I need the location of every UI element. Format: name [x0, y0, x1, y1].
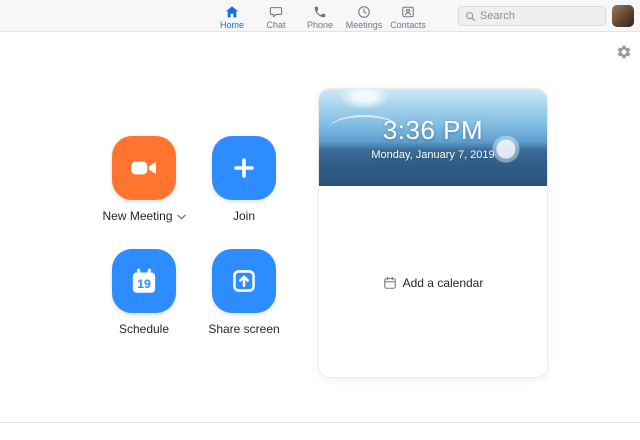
tab-contacts-label: Contacts: [390, 20, 426, 30]
settings-gear-icon[interactable]: [616, 44, 632, 60]
action-join: Join: [194, 136, 294, 223]
action-new-meeting: New Meeting: [94, 136, 194, 223]
join-button[interactable]: [212, 136, 276, 200]
add-calendar-button[interactable]: Add a calendar: [383, 276, 484, 290]
clock-icon: [357, 5, 371, 19]
tab-home[interactable]: Home: [210, 3, 254, 30]
phone-icon: [313, 5, 327, 19]
bottom-divider: [0, 422, 640, 431]
contacts-icon: [401, 5, 415, 19]
time-text: 3:36 PM: [383, 115, 483, 146]
calendar-card-photo: 3:36 PM Monday, January 7, 2019: [319, 89, 547, 186]
tab-meetings-label: Meetings: [346, 20, 383, 30]
plus-icon: [227, 151, 261, 185]
search-input[interactable]: [480, 10, 599, 22]
tab-chat[interactable]: Chat: [254, 3, 298, 30]
calendar-card-body: Add a calendar: [319, 186, 547, 378]
calendar-day-number: 19: [137, 277, 151, 291]
share-screen-icon: [227, 264, 261, 298]
schedule-label: Schedule: [119, 322, 169, 336]
search-icon: [465, 11, 476, 22]
new-meeting-label-row: New Meeting: [102, 209, 185, 223]
tab-contacts[interactable]: Contacts: [386, 3, 430, 30]
tab-phone-label: Phone: [307, 20, 333, 30]
tab-phone[interactable]: Phone: [298, 3, 342, 30]
action-schedule: 19 Schedule: [94, 249, 194, 336]
nav-tabs: Home Chat Phone: [210, 0, 430, 32]
calendar-card: 3:36 PM Monday, January 7, 2019 Add a ca…: [318, 88, 548, 378]
video-camera-icon: [127, 151, 161, 185]
chevron-down-icon[interactable]: [177, 214, 186, 220]
share-screen-label: Share screen: [208, 322, 279, 336]
calendar-small-icon: [383, 276, 397, 290]
calendar-icon: 19: [127, 264, 161, 298]
share-screen-button[interactable]: [212, 249, 276, 313]
home-content: New Meeting Join: [0, 32, 640, 431]
tab-home-label: Home: [220, 20, 244, 30]
tab-chat-label: Chat: [266, 20, 285, 30]
chat-icon: [269, 5, 283, 19]
action-grid: New Meeting Join: [94, 136, 294, 336]
search-box[interactable]: [458, 6, 606, 26]
join-label: Join: [233, 209, 255, 223]
new-meeting-button[interactable]: [112, 136, 176, 200]
date-text: Monday, January 7, 2019: [371, 149, 494, 161]
tab-meetings[interactable]: Meetings: [342, 3, 386, 30]
topbar: Home Chat Phone: [0, 0, 640, 32]
action-share-screen: Share screen: [194, 249, 294, 336]
avatar[interactable]: [612, 5, 634, 27]
add-calendar-label: Add a calendar: [403, 276, 484, 290]
schedule-button[interactable]: 19: [112, 249, 176, 313]
new-meeting-label: New Meeting: [102, 209, 172, 223]
home-icon: [225, 5, 239, 19]
